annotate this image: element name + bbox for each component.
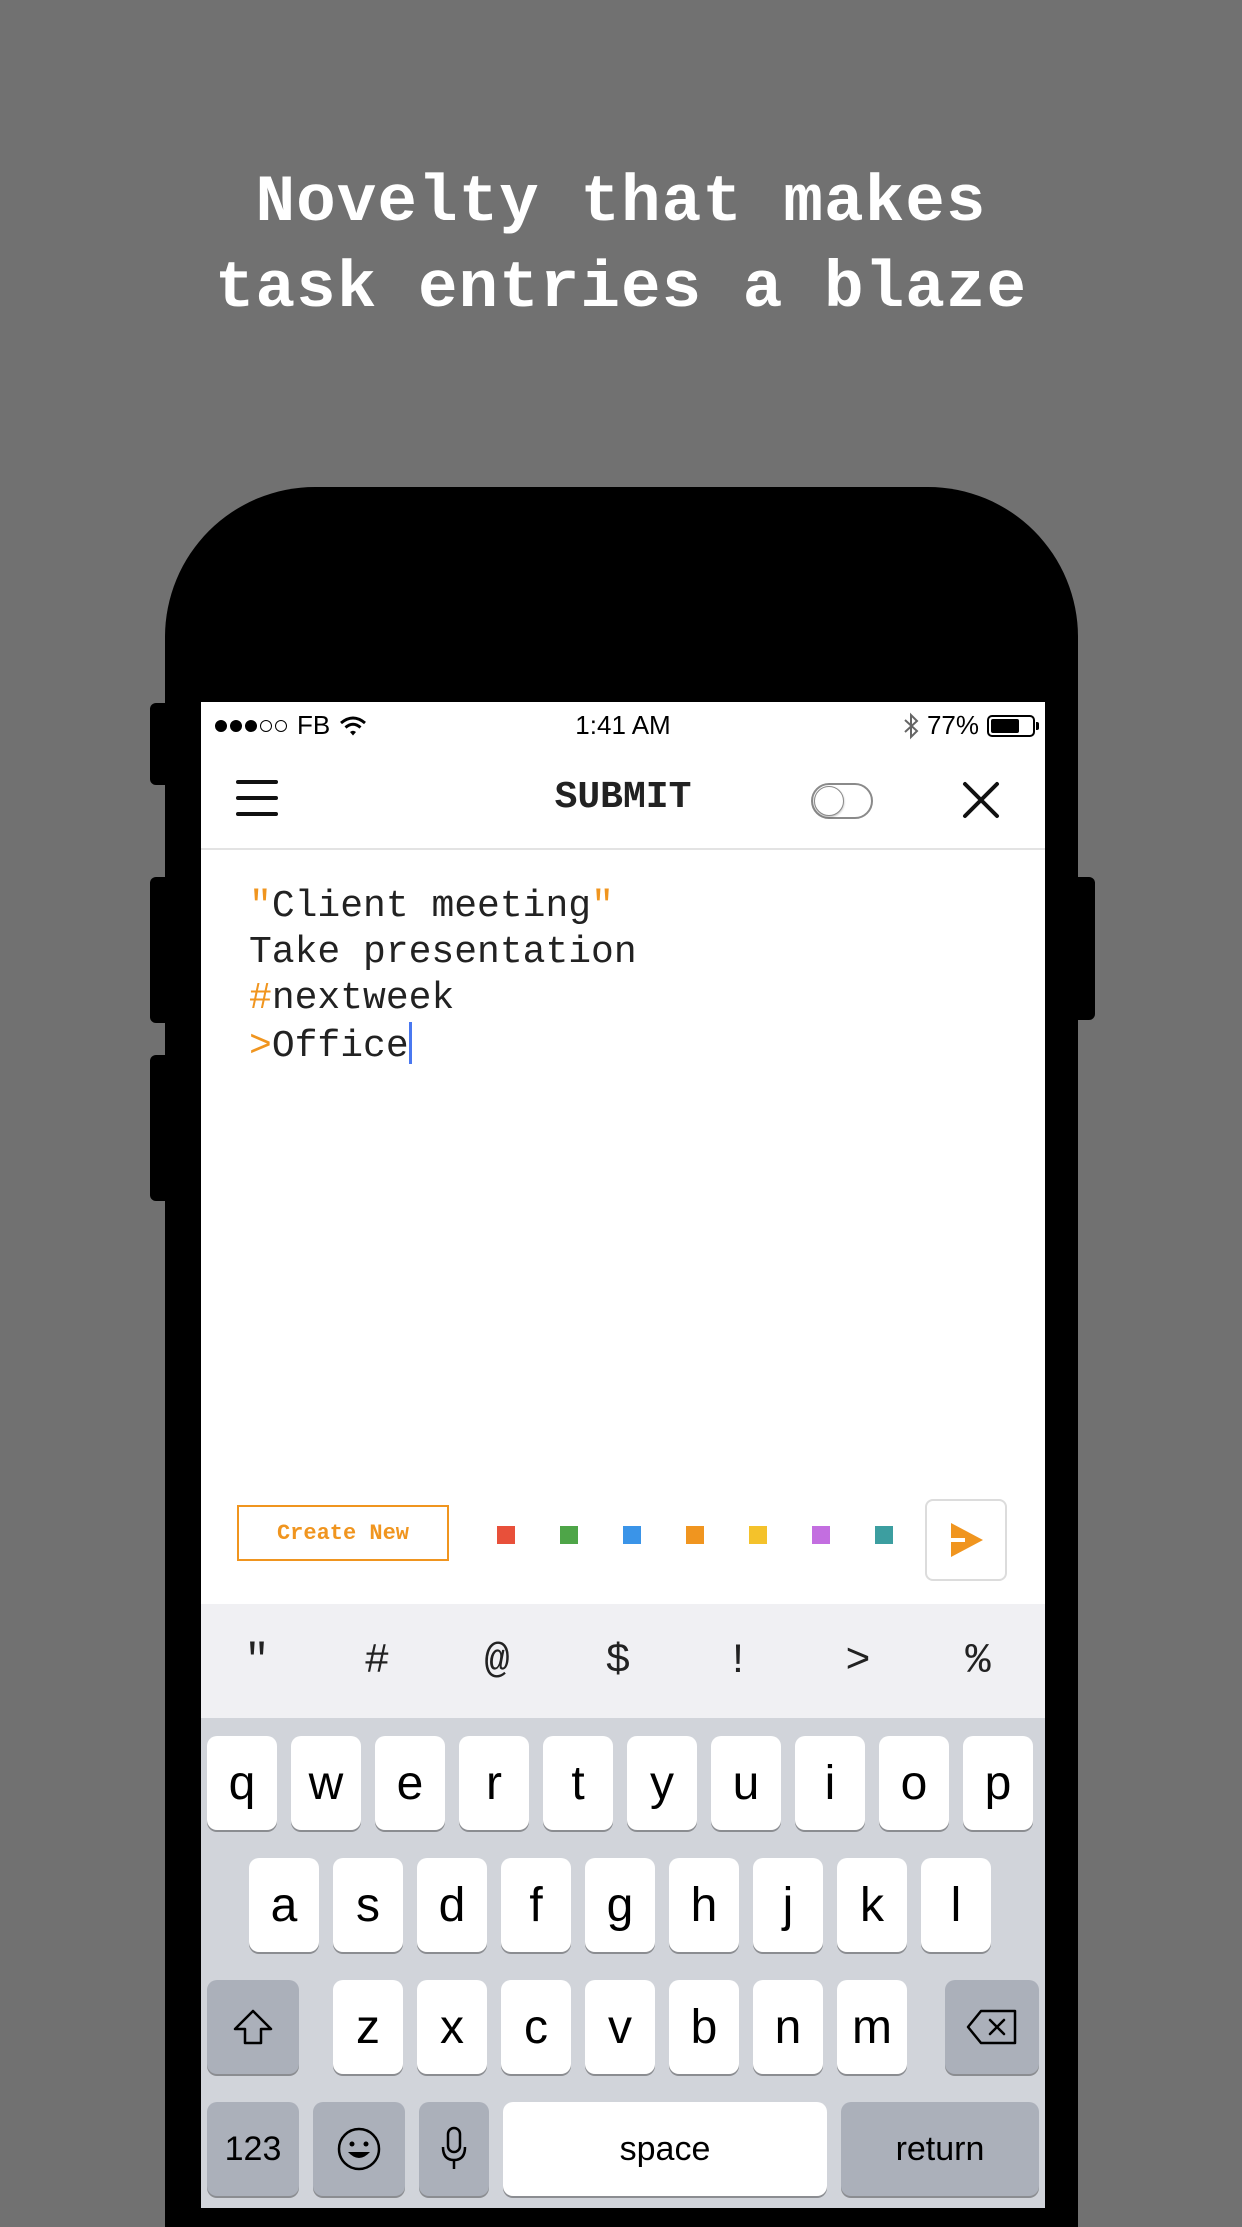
key-g[interactable]: g (585, 1858, 655, 1952)
key-v[interactable]: v (585, 1980, 655, 2074)
symbol-shortcut-row: " # @ $ ! > % (201, 1604, 1045, 1718)
key-y[interactable]: y (627, 1736, 697, 1830)
battery-percent: 77% (926, 710, 979, 740)
color-swatch-orange[interactable] (686, 1526, 704, 1544)
microphone-key[interactable] (419, 2102, 489, 2196)
title-close-quote: " (591, 885, 614, 928)
key-p[interactable]: p (963, 1736, 1033, 1830)
symbol-exclamation-key[interactable]: ! (678, 1604, 798, 1718)
color-swatch-teal[interactable] (875, 1526, 893, 1544)
text-cursor (408, 1022, 412, 1064)
symbol-quote-key[interactable]: " (201, 1604, 317, 1718)
task-description: Take presentation (249, 931, 637, 974)
page-title: SUBMIT (554, 776, 692, 819)
return-key[interactable]: return (841, 2102, 1039, 2196)
battery-icon (987, 714, 1039, 737)
key-j[interactable]: j (753, 1858, 823, 1952)
key-q[interactable]: q (207, 1736, 277, 1830)
key-k[interactable]: k (837, 1858, 907, 1952)
mode-toggle[interactable] (811, 783, 873, 819)
emoji-icon (337, 2127, 381, 2171)
phone-volume-up (150, 877, 170, 1023)
space-key[interactable]: space (503, 2102, 827, 2196)
task-title: Client meeting (271, 885, 592, 928)
key-r[interactable]: r (459, 1736, 529, 1830)
bluetooth-icon (904, 712, 919, 739)
symbol-at-key[interactable]: @ (437, 1604, 557, 1718)
key-b[interactable]: b (669, 1980, 739, 2074)
key-h[interactable]: h (669, 1858, 739, 1952)
shift-key[interactable] (207, 1980, 299, 2074)
backspace-icon (966, 2009, 1017, 2045)
key-t[interactable]: t (543, 1736, 613, 1830)
color-swatch-yellow[interactable] (749, 1526, 767, 1544)
phone-mute-switch (150, 703, 170, 785)
create-new-button[interactable]: Create New (237, 1505, 449, 1561)
key-d[interactable]: d (417, 1858, 487, 1952)
key-i[interactable]: i (795, 1736, 865, 1830)
phone-volume-down (150, 1055, 170, 1201)
submit-button[interactable] (925, 1499, 1007, 1581)
task-entry-editor[interactable]: "Client meeting" Take presentation #next… (249, 884, 637, 1068)
key-n[interactable]: n (753, 1980, 823, 2074)
color-swatch-blue[interactable] (623, 1526, 641, 1544)
microphone-icon (441, 2126, 467, 2169)
emoji-key[interactable] (313, 2102, 405, 2196)
title-open-quote: " (249, 885, 272, 928)
color-swatch-green[interactable] (560, 1526, 578, 1544)
nav-bar: SUBMIT (201, 748, 1045, 850)
play-arrow-icon (943, 1523, 983, 1557)
key-m[interactable]: m (837, 1980, 907, 2074)
color-swatch-red[interactable] (497, 1526, 515, 1544)
location-prefix: > (249, 1025, 272, 1068)
headline-line-2: task entries a blaze (214, 251, 1028, 326)
shift-arrow-icon (233, 2009, 273, 2045)
symbol-greater-than-key[interactable]: > (798, 1604, 918, 1718)
key-l[interactable]: l (921, 1858, 991, 1952)
key-a[interactable]: a (249, 1858, 319, 1952)
key-o[interactable]: o (879, 1736, 949, 1830)
headline: Novelty that makes task entries a blaze (0, 160, 1242, 332)
symbol-hash-key[interactable]: # (317, 1604, 437, 1718)
key-w[interactable]: w (291, 1736, 361, 1830)
phone-power-button (1073, 877, 1095, 1020)
key-z[interactable]: z (333, 1980, 403, 2074)
key-c[interactable]: c (501, 1980, 571, 2074)
editor-line-title: "Client meeting" (249, 884, 637, 930)
symbol-percent-key[interactable]: % (918, 1604, 1038, 1718)
keyboard: q w e r t y u i o p a s d f g h j k l z … (201, 1718, 1045, 2208)
key-u[interactable]: u (711, 1736, 781, 1830)
editor-line-location: >Office (249, 1022, 637, 1068)
key-e[interactable]: e (375, 1736, 445, 1830)
key-x[interactable]: x (417, 1980, 487, 2074)
numbers-key[interactable]: 123 (207, 2102, 299, 2196)
editor-line-tag: #nextweek (249, 976, 637, 1022)
backspace-key[interactable] (945, 1980, 1039, 2074)
close-icon[interactable] (961, 780, 1001, 820)
symbol-dollar-key[interactable]: $ (558, 1604, 678, 1718)
status-bar: FB 1:41 AM 77% (201, 702, 1045, 748)
phone-screen: FB 1:41 AM 77% SUBMIT "Client meeting" T… (201, 702, 1045, 2208)
key-s[interactable]: s (333, 1858, 403, 1952)
tag-prefix: # (249, 977, 272, 1020)
headline-line-1: Novelty that makes (255, 165, 987, 240)
task-location: Office (271, 1025, 409, 1068)
task-tag: nextweek (271, 977, 455, 1020)
color-swatch-purple[interactable] (812, 1526, 830, 1544)
key-f[interactable]: f (501, 1858, 571, 1952)
